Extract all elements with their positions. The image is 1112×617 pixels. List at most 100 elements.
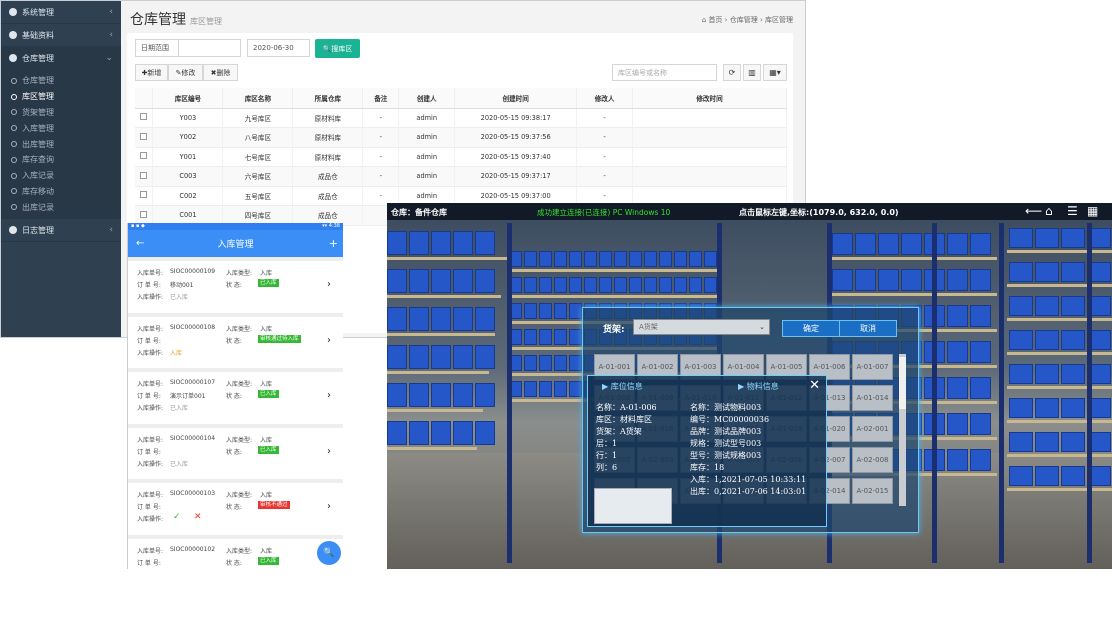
list-icon[interactable]: ☰	[1067, 204, 1078, 218]
add-button[interactable]: ✚新增	[135, 64, 168, 81]
home-icon[interactable]: ⌂	[1045, 204, 1053, 218]
date-end-input[interactable]: 2020-06-30	[247, 39, 310, 57]
checkbox[interactable]	[140, 171, 148, 179]
sidebar-group-log[interactable]: 日志管理 ‹	[1, 219, 121, 243]
slot-cell[interactable]: A-02-008	[852, 447, 893, 473]
rack-select[interactable]: A货架 ⌄	[633, 319, 770, 335]
grid-icon[interactable]: ▦	[1087, 204, 1098, 218]
chevron-right-icon[interactable]: ›	[327, 446, 331, 457]
close-icon[interactable]: ✕	[809, 378, 820, 393]
row-checkbox[interactable]	[135, 166, 154, 187]
reject-icon[interactable]: ✕	[194, 512, 202, 522]
sidebar-group-basic[interactable]: 基础资料 ‹	[1, 24, 121, 47]
row-checkbox[interactable]	[135, 127, 154, 148]
table-cell: 六号库区	[222, 166, 294, 187]
storage-bin	[855, 233, 876, 255]
column-header[interactable]: 所属仓库	[292, 88, 364, 109]
gear-icon	[9, 8, 17, 16]
checkbox[interactable]	[140, 191, 148, 199]
column-header[interactable]: 修改人	[576, 88, 634, 109]
inbound-card[interactable]: 入库单号: SIOC00000103 入库类型: 入库订 单 号: 状 态: 审核不通过入…	[128, 483, 343, 535]
checkbox[interactable]	[140, 152, 148, 160]
column-header[interactable]: 创建时间	[454, 88, 578, 109]
sidebar-item-inbound[interactable]: 入库管理	[1, 120, 121, 136]
sidebar-group-warehouse[interactable]: 仓库管理 ⌄	[1, 47, 121, 70]
rack-post	[932, 223, 937, 563]
row-checkbox[interactable]	[135, 147, 154, 167]
delete-button[interactable]: ✖删除	[203, 64, 238, 81]
storage-bin	[409, 231, 429, 255]
sidebar-item-inbound-log[interactable]: 入库记录	[1, 168, 121, 184]
storage-bin	[387, 421, 407, 445]
column-header[interactable]: 备注	[362, 88, 400, 109]
chevron-right-icon[interactable]: ›	[327, 501, 331, 512]
slot-cell[interactable]: A-02-015	[852, 478, 893, 504]
material-info-line: 型号：测试规格003	[690, 451, 762, 460]
inbound-card[interactable]: 入库单号: SIOC00000107 入库类型: 入库订 单 号: 演示订单001 状 态…	[128, 372, 343, 424]
inbound-card[interactable]: 入库单号: SIOC00000108 入库类型: 入库订 单 号: 状 态: 审核通过待入…	[128, 316, 343, 368]
type-label: 入库类型:	[226, 547, 253, 555]
checkbox[interactable]	[140, 132, 148, 140]
sidebar-group-system[interactable]: 系统管理 ‹	[1, 1, 121, 24]
sidebar-item-stock-move[interactable]: 库存移动	[1, 184, 121, 200]
column-header[interactable]: 修改时间	[632, 88, 787, 109]
sidebar-item-shelf[interactable]: 货架管理	[1, 105, 121, 121]
column-header[interactable]: 库区编号	[152, 88, 224, 109]
table-row[interactable]: C003 六号库区 成品仓 - admin 2020-05-15 09:37:17-	[135, 166, 787, 187]
slot-cell[interactable]: A-02-001	[852, 416, 893, 442]
slot-cell[interactable]: A-01-007	[852, 354, 893, 380]
scrollbar-thumb[interactable]	[899, 357, 906, 409]
breadcrumb-level1[interactable]: 仓库管理	[730, 16, 758, 24]
column-header[interactable]: 创建人	[398, 88, 456, 109]
approve-icon[interactable]: ✓	[173, 512, 181, 522]
row-checkbox[interactable]	[135, 186, 154, 206]
sidebar-group-label: 基础资料	[22, 30, 54, 40]
back-arrow-icon[interactable]: ←	[136, 238, 144, 249]
checkbox[interactable]	[140, 210, 148, 218]
rack-shelf	[1007, 318, 1112, 321]
storage-bin	[475, 307, 495, 331]
row-checkbox[interactable]	[135, 108, 154, 128]
table-row[interactable]: Y003 九号库区 原材料库 - admin 2020-05-15 09:38:17-	[135, 108, 787, 128]
circle-icon	[11, 204, 17, 211]
columns-icon[interactable]: ▥	[743, 64, 761, 81]
storage-bin	[387, 269, 407, 293]
search-icon: 🔍	[323, 548, 335, 558]
zone-search-input[interactable]: 库区编号或名称	[612, 64, 717, 81]
chevron-right-icon[interactable]: ›	[327, 390, 331, 401]
search-fab[interactable]: 🔍	[317, 541, 341, 565]
inbound-card[interactable]: 入库单号: SIOC00000109 入库类型: 入库订 单 号: 移动001 状 态: 已…	[128, 261, 343, 313]
plus-icon[interactable]: +	[329, 237, 338, 250]
breadcrumb-home[interactable]: 首页	[708, 16, 722, 24]
refresh-icon[interactable]: ⟳	[723, 64, 741, 81]
sidebar-group-label: 日志管理	[22, 225, 54, 235]
back-arrow-icon[interactable]: ⟵	[1025, 204, 1042, 218]
select-all-header[interactable]	[135, 88, 154, 109]
inbound-card[interactable]: 入库单号: SIOC00000104 入库类型: 入库订 单 号: 状 态: 已入库 入库操…	[128, 427, 343, 479]
search-zone-button[interactable]: 🔍 搜库区	[315, 39, 360, 58]
confirm-button[interactable]: 确定	[782, 320, 840, 337]
slot-scrollbar[interactable]	[899, 354, 906, 506]
inbound-card[interactable]: 入库单号:SIOC00000102入库类型:入库订 单 号:状 态:已入库入库操…	[128, 538, 343, 569]
warehouse-3d-view[interactable]: 仓库：备件仓库 成功建立连接(已连接) PC Windows 10 点击鼠标左键…	[387, 203, 1112, 569]
storage-bin	[1061, 262, 1085, 282]
sidebar-item-label: 入库记录	[22, 171, 54, 181]
checkbox[interactable]	[140, 113, 148, 121]
table-cell: -	[362, 166, 400, 187]
date-start-input[interactable]	[178, 39, 241, 57]
slot-cell[interactable]: A-01-014	[852, 385, 893, 411]
sidebar-item-zone[interactable]: 库区管理	[1, 89, 121, 105]
table-row[interactable]: Y002 八号库区 原材料库 - admin 2020-05-15 09:37:56-	[135, 127, 787, 148]
sidebar-item-outbound-log[interactable]: 出库记录	[1, 199, 121, 215]
sidebar-item-outbound[interactable]: 出库管理	[1, 136, 121, 152]
column-header[interactable]: 库区名称	[222, 88, 294, 109]
export-menu-icon[interactable]: ▦▾	[763, 64, 787, 81]
storage-bin	[1035, 364, 1059, 384]
cancel-button[interactable]: 取消	[839, 320, 897, 337]
chevron-right-icon[interactable]: ›	[327, 335, 331, 346]
edit-button[interactable]: ✎修改	[168, 64, 203, 81]
chevron-right-icon[interactable]: ›	[327, 279, 331, 290]
sidebar-item-stock-query[interactable]: 库存查询	[1, 152, 121, 168]
table-row[interactable]: Y001 七号库区 原材料库 - admin 2020-05-15 09:37:40-	[135, 147, 787, 167]
sidebar-item-warehouse[interactable]: 仓库管理	[1, 73, 121, 89]
